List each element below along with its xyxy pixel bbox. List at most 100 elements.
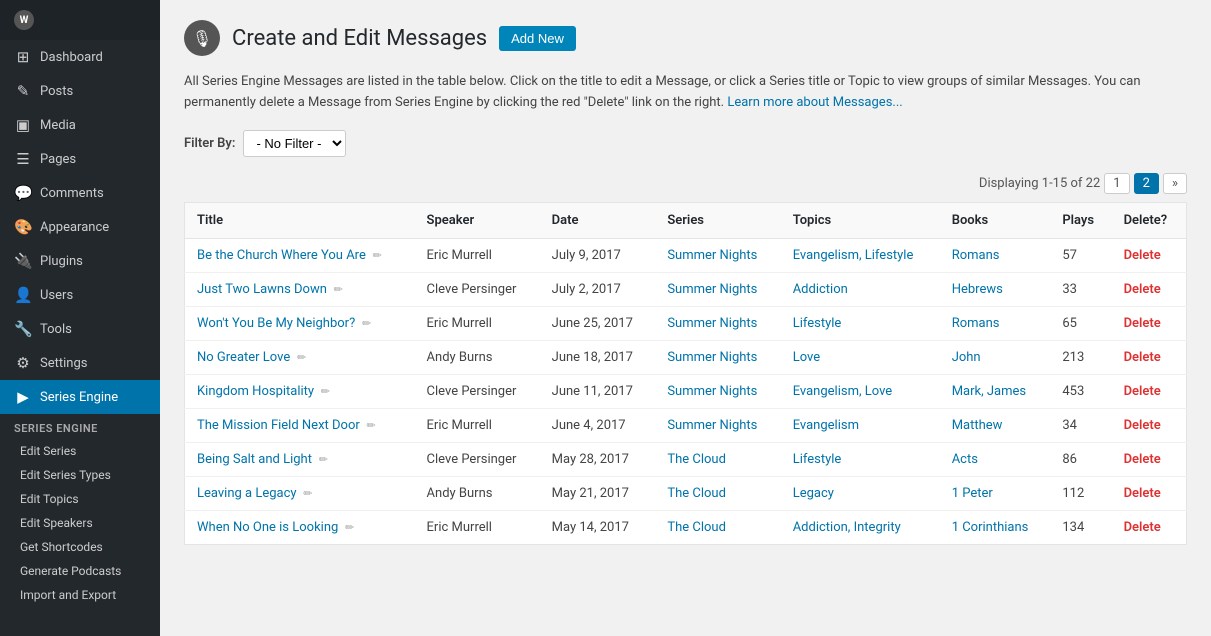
sidebar-sub-item-get-shortcodes[interactable]: Get Shortcodes [0, 535, 160, 559]
sidebar-logo: W [0, 0, 160, 40]
sidebar-item-pages[interactable]: ☰ Pages [0, 142, 160, 176]
message-title-link[interactable]: Won't You Be My Neighbor? [197, 316, 355, 331]
cell-delete: Delete [1112, 442, 1187, 476]
delete-link[interactable]: Delete [1124, 418, 1161, 433]
topics-link[interactable]: Lifestyle [793, 316, 842, 331]
sidebar-item-comments[interactable]: 💬 Comments [0, 176, 160, 210]
topics-link[interactable]: Evangelism [793, 418, 859, 433]
sidebar-item-label: Dashboard [40, 50, 103, 65]
col-plays: Plays [1050, 202, 1111, 238]
col-series: Series [655, 202, 780, 238]
delete-link[interactable]: Delete [1124, 486, 1161, 501]
sidebar-nav: ⊞ Dashboard ✎ Posts ▣ Media ☰ Pages 💬 Co… [0, 40, 160, 607]
series-link[interactable]: Summer Nights [667, 248, 757, 263]
sidebar-item-settings[interactable]: ⚙ Settings [0, 346, 160, 380]
cell-topics: Addiction, Integrity [781, 510, 940, 544]
message-title-link[interactable]: Leaving a Legacy [197, 486, 297, 501]
series-link[interactable]: The Cloud [667, 520, 726, 535]
topics-link[interactable]: Evangelism, Lifestyle [793, 248, 914, 263]
cell-plays: 33 [1050, 272, 1111, 306]
table-row: Just Two Lawns Down ✏Cleve PersingerJuly… [185, 272, 1187, 306]
message-title-link[interactable]: Being Salt and Light [197, 452, 312, 467]
delete-link[interactable]: Delete [1124, 452, 1161, 467]
message-title-link[interactable]: Be the Church Where You Are [197, 248, 366, 263]
table-row: The Mission Field Next Door ✏Eric Murrel… [185, 408, 1187, 442]
books-link[interactable]: 1 Corinthians [952, 520, 1029, 535]
sidebar-sub-section-label: Series Engine [0, 414, 160, 439]
series-link[interactable]: Summer Nights [667, 384, 757, 399]
sidebar-sub-item-edit-speakers[interactable]: Edit Speakers [0, 511, 160, 535]
message-title-link[interactable]: No Greater Love [197, 350, 290, 365]
sidebar-item-dashboard[interactable]: ⊞ Dashboard [0, 40, 160, 74]
add-new-button[interactable]: Add New [499, 26, 576, 51]
sidebar-item-plugins[interactable]: 🔌 Plugins [0, 244, 160, 278]
topics-link[interactable]: Legacy [793, 486, 834, 501]
plugins-icon: 🔌 [14, 252, 32, 270]
sidebar-item-users[interactable]: 👤 Users [0, 278, 160, 312]
sidebar-sub-item-edit-series-types[interactable]: Edit Series Types [0, 463, 160, 487]
cell-title: Leaving a Legacy ✏ [185, 476, 415, 510]
cell-title: When No One is Looking ✏ [185, 510, 415, 544]
books-link[interactable]: Acts [952, 452, 978, 467]
books-link[interactable]: Hebrews [952, 282, 1003, 297]
edit-pencil-icon: ✏ [318, 385, 330, 398]
books-link[interactable]: Matthew [952, 418, 1003, 433]
series-engine-icon: ▶ [14, 388, 32, 406]
page-btn-next[interactable]: » [1163, 173, 1187, 194]
series-link[interactable]: Summer Nights [667, 316, 757, 331]
message-title-link[interactable]: When No One is Looking [197, 520, 338, 535]
page-icon: 🎙 [184, 20, 220, 56]
cell-series: Summer Nights [655, 238, 780, 272]
topics-link[interactable]: Addiction [793, 282, 848, 297]
books-link[interactable]: Romans [952, 248, 1000, 263]
cell-topics: Lifestyle [781, 442, 940, 476]
series-link[interactable]: The Cloud [667, 452, 726, 467]
sidebar-item-posts[interactable]: ✎ Posts [0, 74, 160, 108]
message-title-link[interactable]: The Mission Field Next Door [197, 418, 360, 433]
page-btn-2[interactable]: 2 [1134, 173, 1159, 194]
delete-link[interactable]: Delete [1124, 248, 1161, 263]
cell-date: May 14, 2017 [540, 510, 656, 544]
cell-plays: 112 [1050, 476, 1111, 510]
cell-books: Romans [940, 306, 1051, 340]
sidebar-item-appearance[interactable]: 🎨 Appearance [0, 210, 160, 244]
sidebar-item-label: Posts [40, 84, 73, 99]
topics-link[interactable]: Addiction, Integrity [793, 520, 901, 535]
books-link[interactable]: Romans [952, 316, 1000, 331]
sidebar-item-tools[interactable]: 🔧 Tools [0, 312, 160, 346]
page-btn-1[interactable]: 1 [1104, 173, 1129, 194]
series-link[interactable]: The Cloud [667, 486, 726, 501]
sidebar-item-series-engine[interactable]: ▶ Series Engine [0, 380, 160, 414]
sidebar-sub-item-generate-podcasts[interactable]: Generate Podcasts [0, 559, 160, 583]
message-title-link[interactable]: Just Two Lawns Down [197, 282, 327, 297]
delete-link[interactable]: Delete [1124, 520, 1161, 535]
cell-date: May 28, 2017 [540, 442, 656, 476]
settings-icon: ⚙ [14, 354, 32, 372]
sidebar-item-label: Series Engine [40, 390, 118, 405]
filter-select[interactable]: - No Filter - [243, 130, 346, 157]
delete-link[interactable]: Delete [1124, 282, 1161, 297]
sidebar: W ⊞ Dashboard ✎ Posts ▣ Media ☰ Pages 💬 … [0, 0, 160, 636]
books-link[interactable]: Mark, James [952, 384, 1026, 399]
col-title: Title [185, 202, 415, 238]
topics-link[interactable]: Lifestyle [793, 452, 842, 467]
cell-delete: Delete [1112, 272, 1187, 306]
topics-link[interactable]: Love [793, 350, 820, 365]
learn-more-link[interactable]: Learn more about Messages... [727, 95, 902, 110]
series-link[interactable]: Summer Nights [667, 282, 757, 297]
series-link[interactable]: Summer Nights [667, 418, 757, 433]
message-title-link[interactable]: Kingdom Hospitality [197, 384, 314, 399]
series-link[interactable]: Summer Nights [667, 350, 757, 365]
cell-date: June 11, 2017 [540, 374, 656, 408]
books-link[interactable]: John [952, 350, 981, 365]
delete-link[interactable]: Delete [1124, 350, 1161, 365]
sidebar-sub-item-edit-series[interactable]: Edit Series [0, 439, 160, 463]
delete-link[interactable]: Delete [1124, 316, 1161, 331]
sidebar-item-media[interactable]: ▣ Media [0, 108, 160, 142]
cell-title: Just Two Lawns Down ✏ [185, 272, 415, 306]
books-link[interactable]: 1 Peter [952, 486, 993, 501]
delete-link[interactable]: Delete [1124, 384, 1161, 399]
topics-link[interactable]: Evangelism, Love [793, 384, 893, 399]
sidebar-sub-item-import-export[interactable]: Import and Export [0, 583, 160, 607]
sidebar-sub-item-edit-topics[interactable]: Edit Topics [0, 487, 160, 511]
